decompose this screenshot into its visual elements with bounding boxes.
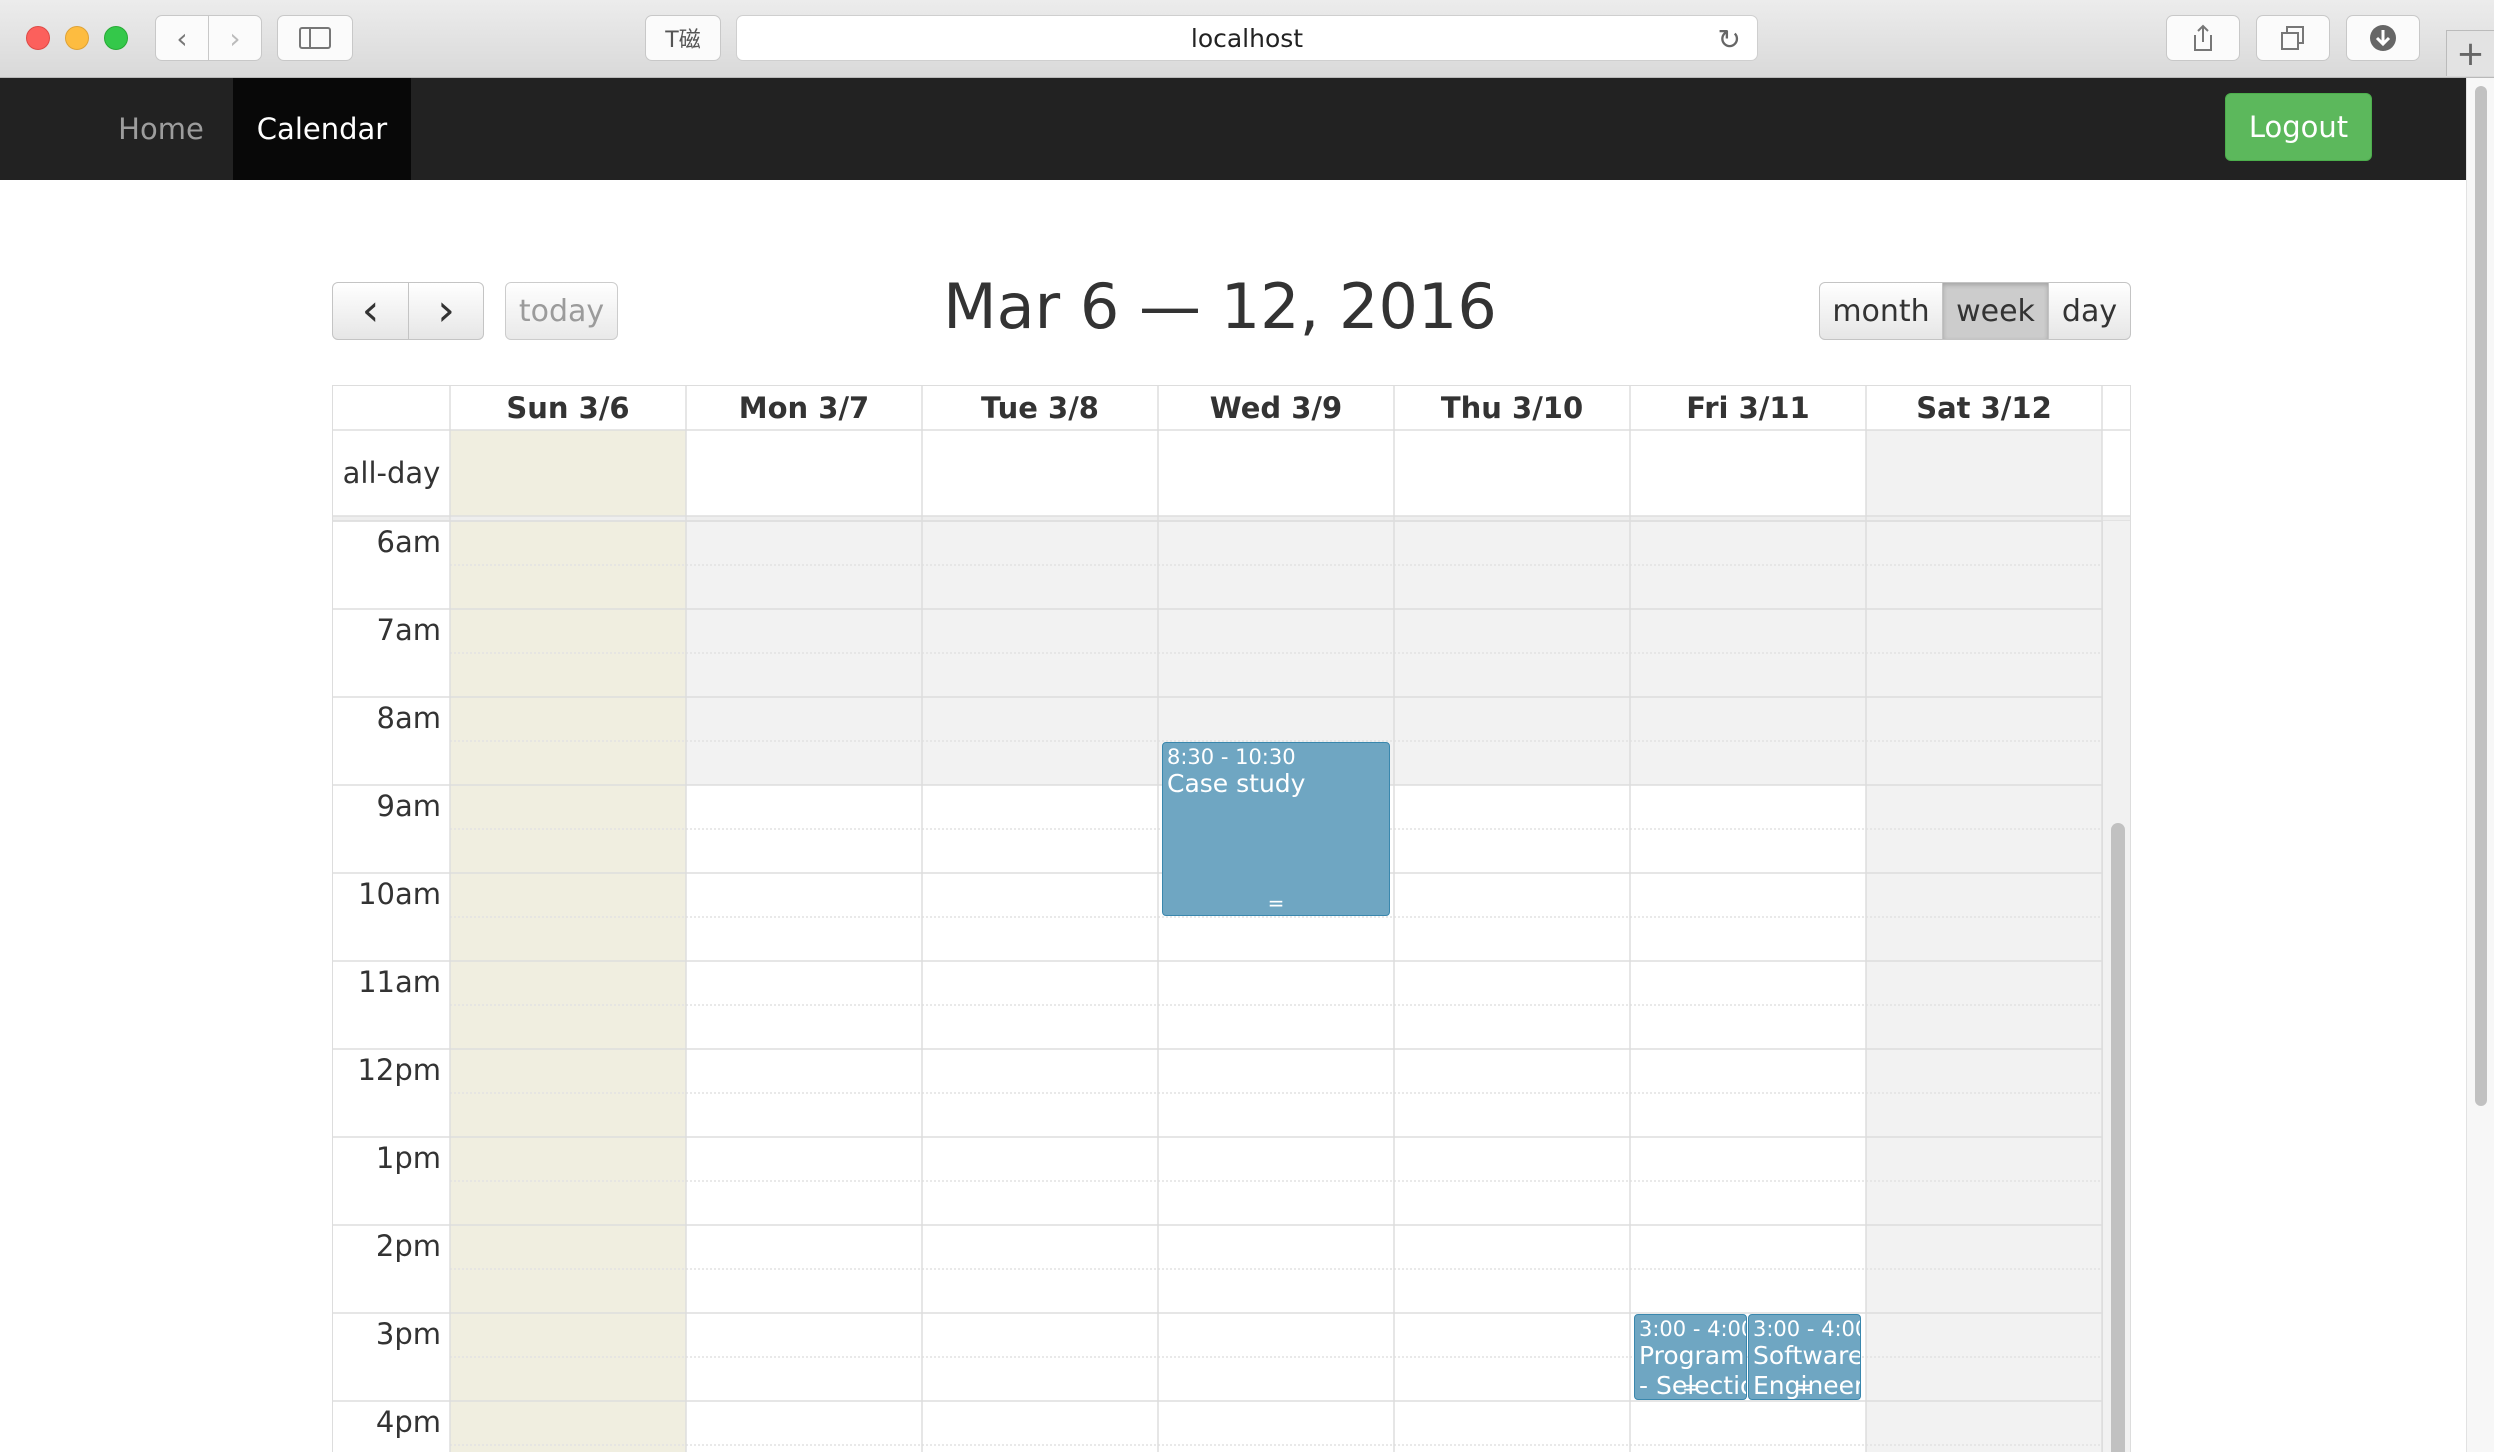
nav-home[interactable]: Home bbox=[98, 78, 224, 180]
event-time: 3:00 - 4:00 bbox=[1639, 1317, 1747, 1341]
event-title: Case study bbox=[1167, 769, 1306, 798]
url-text: localhost bbox=[1190, 23, 1304, 53]
event-title: Programming bbox=[1639, 1341, 1746, 1370]
event-resize-handle[interactable]: = bbox=[1635, 1377, 1746, 1397]
tabs-icon bbox=[2281, 26, 2304, 50]
grid-scrollbar[interactable] bbox=[2102, 521, 2130, 1452]
day-view-button[interactable]: day bbox=[2048, 282, 2131, 340]
time-label: 10am bbox=[358, 877, 441, 911]
top-navbar: Home Calendar Logout bbox=[0, 78, 2466, 180]
calendar-event[interactable]: 3:00 - 4:00Programming- Selection= bbox=[1634, 1314, 1747, 1400]
chevron-right-icon: › bbox=[229, 21, 241, 55]
day-header: Wed 3/9 bbox=[1209, 391, 1343, 425]
new-tab-button[interactable]: + bbox=[2446, 30, 2494, 76]
day-header: Sat 3/12 bbox=[1916, 391, 2052, 425]
time-label: 4pm bbox=[375, 1405, 441, 1439]
time-label: 2pm bbox=[375, 1229, 441, 1263]
translate-icon: T磁 bbox=[665, 28, 701, 53]
browser-toolbar: ‹ › T磁 localhost ↻ + bbox=[0, 0, 2494, 78]
prev-week-button[interactable]: ‹ bbox=[332, 282, 409, 340]
plus-icon: + bbox=[2456, 33, 2485, 74]
calendar-event[interactable]: 3:00 - 4:00SoftwareEngineering= bbox=[1748, 1314, 1861, 1400]
address-bar[interactable]: localhost ↻ bbox=[736, 15, 1758, 61]
next-week-button[interactable]: › bbox=[408, 282, 484, 340]
time-label: 8am bbox=[376, 701, 441, 735]
logout-button[interactable]: Logout bbox=[2225, 93, 2372, 161]
chevron-left-icon: ‹ bbox=[361, 285, 380, 336]
page-scrollbar[interactable] bbox=[2466, 78, 2494, 1452]
grid-scrollbar-thumb[interactable] bbox=[2111, 823, 2125, 1452]
event-resize-handle[interactable]: = bbox=[1163, 893, 1389, 913]
allday-label: all-day bbox=[342, 456, 441, 490]
today-button[interactable]: today bbox=[505, 282, 618, 340]
week-view-button[interactable]: week bbox=[1942, 282, 2049, 340]
calendar-title: Mar 6 — 12, 2016 bbox=[943, 270, 1497, 343]
share-button[interactable] bbox=[2166, 15, 2240, 61]
reload-icon[interactable]: ↻ bbox=[1718, 23, 1741, 56]
saturday-allday-cell bbox=[1866, 430, 2102, 516]
time-label: 12pm bbox=[357, 1053, 441, 1087]
week-grid: Sun 3/6 Mon 3/7 Tue 3/8 Wed 3/9 Thu 3/10 Fri … bbox=[332, 385, 2131, 1452]
time-label: 11am bbox=[358, 965, 441, 999]
nav-calendar[interactable]: Calendar bbox=[233, 78, 411, 180]
tabs-overview-button[interactable] bbox=[2256, 15, 2330, 61]
event-time: 8:30 - 10:30 bbox=[1167, 745, 1296, 769]
chevron-left-icon: ‹ bbox=[176, 21, 188, 55]
time-label: 9am bbox=[376, 789, 441, 823]
close-window-icon[interactable] bbox=[26, 26, 50, 50]
calendar-event[interactable]: 8:30 - 10:30 Case study = bbox=[1162, 742, 1390, 916]
event-resize-handle[interactable]: = bbox=[1749, 1377, 1860, 1397]
time-label: 3pm bbox=[375, 1317, 441, 1351]
translate-button[interactable]: T磁 bbox=[645, 15, 721, 61]
sidebar-toggle-button[interactable] bbox=[277, 15, 353, 61]
month-view-button[interactable]: month bbox=[1819, 282, 1943, 340]
today-allday-cell bbox=[450, 430, 686, 516]
zoom-window-icon[interactable] bbox=[104, 26, 128, 50]
grid-lines bbox=[333, 386, 2130, 1452]
event-title: Software bbox=[1753, 1341, 1861, 1370]
browser-forward-button[interactable]: › bbox=[208, 15, 262, 61]
time-label: 7am bbox=[376, 613, 441, 647]
browser-back-button[interactable]: ‹ bbox=[155, 15, 209, 61]
day-header: Thu 3/10 bbox=[1440, 391, 1584, 425]
time-label: 6am bbox=[376, 525, 441, 559]
day-header: Sun 3/6 bbox=[506, 391, 630, 425]
day-header: Fri 3/11 bbox=[1686, 391, 1810, 425]
share-icon bbox=[2194, 24, 2212, 51]
day-header: Mon 3/7 bbox=[738, 391, 870, 425]
downloads-button[interactable] bbox=[2346, 15, 2420, 61]
chevron-right-icon: › bbox=[437, 285, 455, 336]
day-header: Tue 3/8 bbox=[981, 391, 1099, 425]
time-label: 1pm bbox=[375, 1141, 441, 1175]
sidebar-icon bbox=[299, 27, 331, 49]
minimize-window-icon[interactable] bbox=[65, 26, 89, 50]
event-time: 3:00 - 4:00 bbox=[1753, 1317, 1861, 1341]
page-scrollbar-thumb[interactable] bbox=[2475, 86, 2487, 1106]
download-icon bbox=[2370, 25, 2396, 51]
